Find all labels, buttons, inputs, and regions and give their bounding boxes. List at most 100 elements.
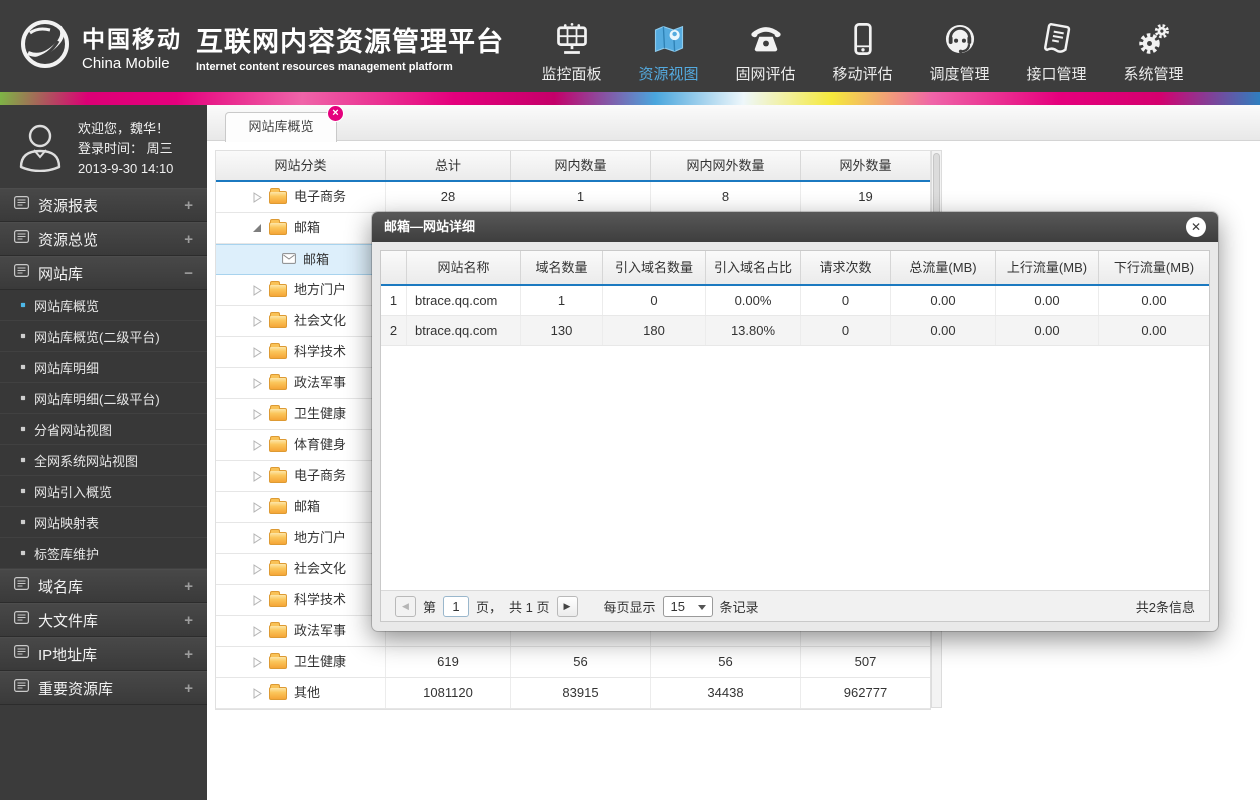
bullet-icon xyxy=(20,364,26,370)
tree-cell[interactable]: 卫生健康 xyxy=(216,647,386,677)
tree-cell[interactable]: 社会文化 xyxy=(216,554,386,584)
column-header-4[interactable]: 网外数量 xyxy=(801,151,930,180)
tree-cell[interactable]: 科学技术 xyxy=(216,585,386,615)
nav-item-2[interactable]: 固网评估 xyxy=(717,8,814,84)
modal-column-header-8[interactable]: 下行流量(MB) xyxy=(1099,251,1209,284)
tree-expand-icon[interactable] xyxy=(252,594,262,606)
tree-expand-icon[interactable] xyxy=(252,625,262,637)
table-row[interactable]: 其他 1081120 83915 34438 962777 xyxy=(216,678,930,709)
modal-table-row[interactable]: 2 btrace.qq.com 130 180 13.80% 0 0.00 0.00 0.00 xyxy=(381,316,1209,346)
column-header-1[interactable]: 总计 xyxy=(386,151,511,180)
expand-plus-icon[interactable]: + xyxy=(184,578,193,595)
tree-cell[interactable]: 政法军事 xyxy=(216,368,386,398)
per-page-select[interactable]: 15 xyxy=(662,595,713,617)
tree-expand-icon[interactable] xyxy=(252,377,262,389)
tree-cell[interactable]: 地方门户 xyxy=(216,523,386,553)
tree-cell[interactable]: 社会文化 xyxy=(216,306,386,336)
tree-cell[interactable]: 科学技术 xyxy=(216,337,386,367)
tree-cell[interactable]: 邮箱 xyxy=(216,245,386,274)
nav-item-5[interactable]: 接口管理 xyxy=(1008,8,1105,84)
sidebar-item-2-6[interactable]: 网站引入概览 xyxy=(0,476,207,507)
tree-cell[interactable]: 邮箱 xyxy=(216,492,386,522)
sidebar-item-2-4[interactable]: 分省网站视图 xyxy=(0,414,207,445)
tree-expand-icon[interactable] xyxy=(252,687,262,699)
tree-expand-icon[interactable] xyxy=(252,532,262,544)
nav-item-1[interactable]: 资源视图 xyxy=(620,8,717,84)
modal-column-header-7[interactable]: 上行流量(MB) xyxy=(996,251,1099,284)
nav-item-4[interactable]: 调度管理 xyxy=(911,8,1008,84)
sidebar-group-2[interactable]: 网站库 − xyxy=(0,256,207,290)
sidebar-item-2-2[interactable]: 网站库明细 xyxy=(0,352,207,383)
column-header-0[interactable]: 网站分类 xyxy=(216,151,386,180)
value-cell: 8 xyxy=(651,182,801,212)
folder-icon xyxy=(269,218,287,235)
modal-column-header-5[interactable]: 请求次数 xyxy=(801,251,891,284)
table-row[interactable]: 电子商务 28 1 8 19 xyxy=(216,182,930,213)
modal-column-header-3[interactable]: 引入域名数量 xyxy=(603,251,706,284)
sidebar-group-1[interactable]: 资源总览 + xyxy=(0,222,207,256)
sidebar-group-0[interactable]: 资源报表 + xyxy=(0,188,207,222)
modal-table-row[interactable]: 1 btrace.qq.com 1 0 0.00% 0 0.00 0.00 0.00 xyxy=(381,286,1209,316)
tree-expand-icon[interactable] xyxy=(252,470,262,482)
tree-cell[interactable]: 卫生健康 xyxy=(216,399,386,429)
table-row[interactable]: 卫生健康 619 56 56 507 xyxy=(216,647,930,678)
sidebar-item-2-8[interactable]: 标签库维护 xyxy=(0,538,207,569)
tree-cell[interactable]: 其他 xyxy=(216,678,386,708)
sidebar-item-2-5[interactable]: 全网系统网站视图 xyxy=(0,445,207,476)
tree-label: 社会文化 xyxy=(294,313,347,328)
tree-cell[interactable]: 体育健身 xyxy=(216,430,386,460)
tree-expand-icon[interactable] xyxy=(252,563,262,575)
tab-close-icon[interactable]: × xyxy=(327,105,344,122)
tree-expand-icon[interactable] xyxy=(252,501,262,513)
sidebar-item-2-3[interactable]: 网站库明细(二级平台) xyxy=(0,383,207,414)
tree-expand-icon[interactable] xyxy=(252,191,262,203)
modal-column-header-0[interactable] xyxy=(381,251,407,284)
modal-column-header-2[interactable]: 域名数量 xyxy=(521,251,603,284)
expand-plus-icon[interactable]: + xyxy=(184,646,193,663)
modal-column-header-1[interactable]: 网站名称 xyxy=(407,251,521,284)
sidebar-item-label: 网站库明细 xyxy=(34,360,100,376)
bullet-icon xyxy=(20,457,26,463)
tree-expand-icon[interactable] xyxy=(252,408,262,420)
tree-cell[interactable]: 电子商务 xyxy=(216,461,386,491)
tree-collapse-icon[interactable] xyxy=(252,223,262,233)
tree-cell[interactable]: 邮箱 xyxy=(216,213,386,243)
folder-icon xyxy=(269,559,287,576)
expand-plus-icon[interactable]: + xyxy=(184,680,193,697)
modal-column-header-4[interactable]: 引入域名占比 xyxy=(706,251,801,284)
tab-website-library-overview[interactable]: 网站库概览 × xyxy=(225,105,344,142)
tree-label: 政法军事 xyxy=(294,623,347,638)
tree-cell[interactable]: 政法军事 xyxy=(216,616,386,646)
next-page-button[interactable]: ▶ xyxy=(556,595,578,617)
sidebar-item-2-7[interactable]: 网站映射表 xyxy=(0,507,207,538)
sidebar-group-3[interactable]: 域名库 + xyxy=(0,569,207,603)
modal-column-header-6[interactable]: 总流量(MB) xyxy=(891,251,996,284)
nav-item-0[interactable]: 监控面板 xyxy=(523,8,620,84)
nav-item-3[interactable]: 移动评估 xyxy=(814,8,911,84)
tree-cell[interactable]: 电子商务 xyxy=(216,182,386,212)
sidebar-group-6[interactable]: 重要资源库 + xyxy=(0,671,207,705)
tree-expand-icon[interactable] xyxy=(252,656,262,668)
tree-expand-icon[interactable] xyxy=(252,439,262,451)
sidebar-item-label: 全网系统网站视图 xyxy=(34,453,139,469)
column-header-2[interactable]: 网内数量 xyxy=(511,151,651,180)
sidebar-group-5[interactable]: IP地址库 + xyxy=(0,637,207,671)
tree-cell[interactable]: 地方门户 xyxy=(216,275,386,305)
expand-plus-icon[interactable]: + xyxy=(184,231,193,248)
sidebar-group-4[interactable]: 大文件库 + xyxy=(0,603,207,637)
tree-expand-icon[interactable] xyxy=(252,346,262,358)
sidebar-item-2-1[interactable]: 网站库概览(二级平台) xyxy=(0,321,207,352)
expand-plus-icon[interactable]: + xyxy=(184,197,193,214)
tree-expand-icon[interactable] xyxy=(252,315,262,327)
collapse-minus-icon[interactable]: − xyxy=(184,265,193,282)
prev-page-button[interactable]: ◀ xyxy=(395,595,416,617)
sidebar-group-label: 网站库 xyxy=(38,265,84,283)
sidebar-item-2-0[interactable]: 网站库概览 xyxy=(0,290,207,321)
column-header-3[interactable]: 网内网外数量 xyxy=(651,151,801,180)
page-input[interactable]: 1 xyxy=(443,595,470,617)
nav-item-6[interactable]: 系统管理 xyxy=(1105,8,1202,84)
modal-close-icon[interactable]: ✕ xyxy=(1186,217,1206,237)
tree-expand-icon[interactable] xyxy=(252,284,262,296)
bullet-icon xyxy=(20,488,26,494)
expand-plus-icon[interactable]: + xyxy=(184,612,193,629)
